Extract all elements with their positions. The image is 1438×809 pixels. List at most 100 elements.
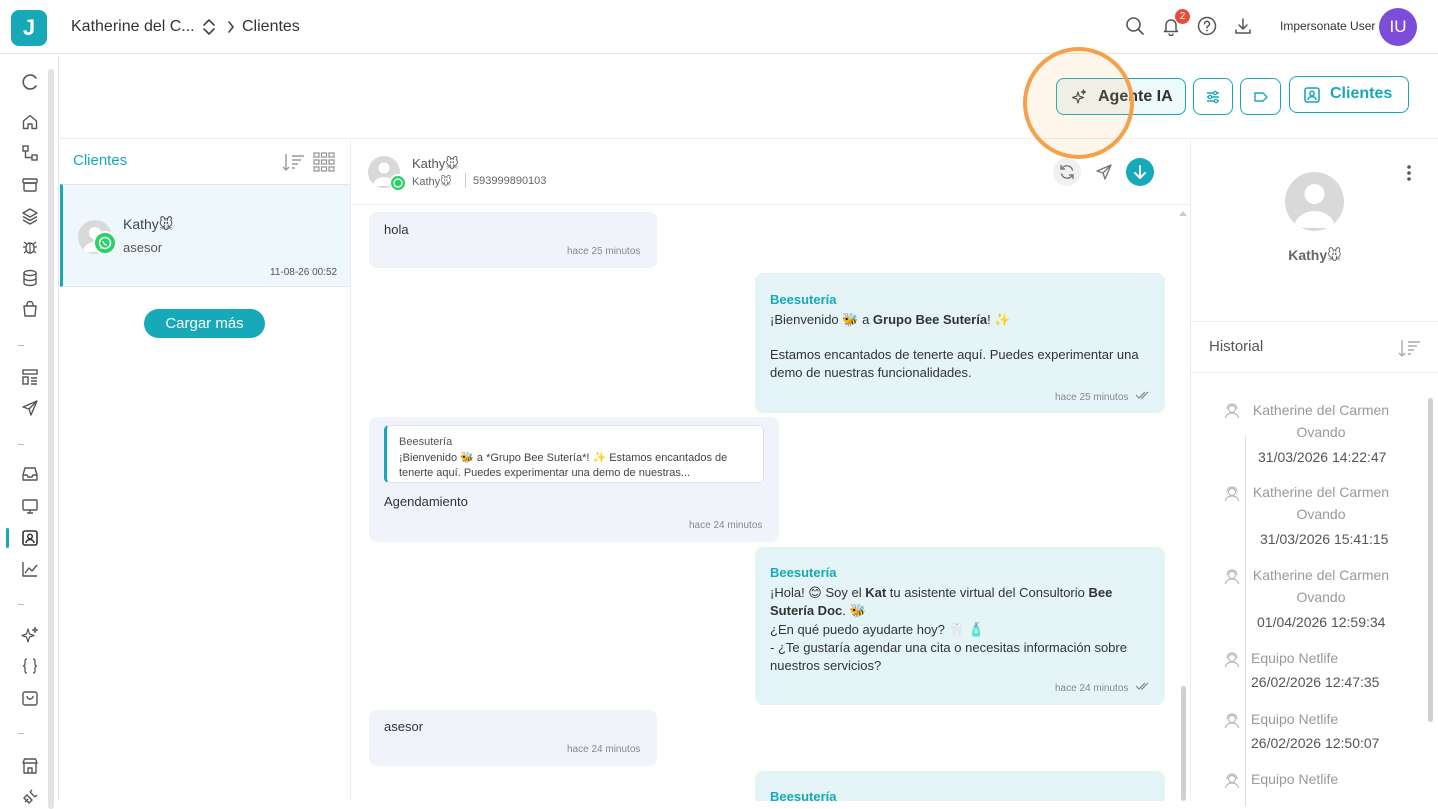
message-outgoing: Beesutería ¡Bienvenido 🐝 a Grupo Bee Sut…: [755, 273, 1165, 413]
sidebar-scrollbar[interactable]: [48, 69, 54, 809]
contact-name: Kathy🐭: [412, 156, 459, 171]
sidebar-divider: [18, 345, 24, 346]
download-icon[interactable]: [1233, 16, 1253, 36]
list-item[interactable]: Kathy🐭 asesor 11-08-26 00:52: [60, 184, 350, 287]
shopping-bag-icon[interactable]: [21, 300, 39, 318]
quote-text: ¡Bienvenido 🐝 a *Grupo Bee Sutería*! ✨ E…: [399, 452, 728, 479]
message-incoming: asesor hace 24 minutos: [369, 710, 657, 766]
message-incoming: Beesutería ¡Bienvenido 🐝 a *Grupo Bee Su…: [369, 417, 779, 542]
agent-icon: [1223, 772, 1241, 790]
message-time: hace 24 minutos: [567, 744, 641, 755]
sparkles-icon[interactable]: [21, 626, 39, 644]
bug-icon[interactable]: [21, 238, 39, 256]
loading-icon[interactable]: [21, 73, 39, 91]
store-bag-icon[interactable]: [21, 689, 39, 707]
message-time: hace 24 minutos: [689, 520, 763, 531]
clientes-label: Clientes: [1330, 85, 1393, 102]
send-button[interactable]: [1090, 158, 1118, 186]
user-avatar[interactable]: IU: [1379, 8, 1417, 46]
history-date: 31/03/2026 15:41:15: [1260, 531, 1389, 547]
message-outgoing: Beesutería ¡Hola! 😊 Soy el Kat tu asiste…: [755, 547, 1165, 705]
message-sender: Beesutería: [770, 292, 837, 307]
sidebar: [0, 55, 59, 809]
history-date: 26/02/2026 12:50:07: [1251, 735, 1380, 751]
layers-icon[interactable]: [21, 207, 39, 225]
message-text: Agendamiento: [384, 494, 468, 509]
chevron-right-icon: [226, 19, 236, 35]
notification-badge: 2: [1175, 9, 1190, 24]
message-list[interactable]: hola hace 25 minutos Beesutería ¡Bienven…: [351, 206, 1190, 801]
message-text: ¿En qué puedo ayudarte hoy? 🦷 🧴: [770, 622, 985, 637]
message-incoming: hola hace 25 minutos: [369, 212, 657, 268]
contacts-icon[interactable]: [21, 529, 39, 547]
list-title: Clientes: [73, 152, 128, 169]
flow-icon[interactable]: [21, 144, 39, 162]
filter-settings-button[interactable]: [1193, 78, 1233, 115]
agent-icon: [1223, 651, 1241, 669]
agent-icon: [1223, 402, 1241, 420]
message-time: hace 25 minutos: [1055, 392, 1129, 403]
user-name[interactable]: Impersonate User: [1280, 19, 1375, 33]
send-icon: [1096, 164, 1112, 180]
chart-line-icon[interactable]: [21, 560, 39, 578]
app-logo[interactable]: J: [11, 10, 47, 46]
profile-panel: Kathy🐭 Historial Katherine del Carmen Ov…: [1190, 140, 1438, 806]
history-agent: Equipo Netlife: [1251, 771, 1339, 787]
sort-icon[interactable]: [1397, 338, 1421, 358]
history-scrollbar[interactable]: [1428, 398, 1433, 722]
divider: [1191, 372, 1438, 373]
agent-icon: [1223, 485, 1241, 503]
action-bar: Agente IA Clientes: [60, 55, 1438, 139]
history-title: Historial: [1209, 338, 1264, 355]
sort-icon[interactable]: [281, 152, 305, 172]
tag-button[interactable]: [1240, 78, 1281, 115]
chat-panel: Kathy🐭 Kathy🐭 593999890103 hola hace 25 …: [351, 140, 1190, 801]
clientes-button[interactable]: Clientes: [1289, 76, 1409, 113]
send-icon[interactable]: [21, 399, 39, 417]
home-icon[interactable]: [21, 113, 39, 131]
history-date: 01/04/2026 12:59:34: [1257, 614, 1386, 630]
history-agent: Equipo Netlife: [1251, 711, 1339, 727]
monitor-icon[interactable]: [21, 497, 39, 515]
help-icon[interactable]: [1197, 16, 1217, 36]
org-name[interactable]: Katherine del C...: [71, 18, 195, 36]
inbox-icon[interactable]: [21, 465, 39, 483]
message-time: hace 24 minutos: [1055, 683, 1129, 694]
scroll-down-button[interactable]: [1126, 158, 1154, 186]
tag-icon: [1253, 90, 1269, 104]
contact-alias: Kathy🐭: [412, 176, 452, 188]
more-vertical-icon[interactable]: [1406, 164, 1412, 182]
code-braces-icon[interactable]: [21, 657, 39, 675]
breadcrumb-current: Clientes: [242, 18, 300, 35]
history-date: 26/02/2026 12:47:35: [1251, 674, 1380, 690]
history-agent: Katherine del Carmen Ovando: [1252, 484, 1390, 522]
template-icon[interactable]: [21, 368, 39, 386]
message-text: ¡Hola! 😊 Soy el Kat tu asistente virtual…: [770, 585, 1113, 618]
chevron-updown-icon[interactable]: [200, 17, 218, 37]
grid-view-icon[interactable]: [313, 152, 335, 172]
chat-scrollbar-thumb[interactable]: [1181, 686, 1186, 801]
message-text: Estamos encantados de tenerte aquí. Pued…: [770, 347, 1139, 380]
whatsapp-icon: [93, 231, 117, 255]
plug-icon[interactable]: [21, 788, 39, 806]
search-icon[interactable]: [1125, 16, 1145, 36]
message-time: hace 25 minutos: [567, 246, 641, 257]
profile-name: Kathy🐭: [1288, 247, 1342, 263]
contacts-icon: [1303, 86, 1321, 104]
shop-icon[interactable]: [21, 757, 39, 775]
quoted-message[interactable]: Beesutería ¡Bienvenido 🐝 a *Grupo Bee Su…: [384, 425, 764, 483]
database-icon[interactable]: [21, 269, 39, 287]
message-text: asesor: [384, 719, 424, 734]
double-check-icon: [1135, 390, 1151, 400]
sidebar-divider: [18, 733, 24, 734]
message-text: ¡Bienvenido 🐝 a Grupo Bee Sutería! ✨: [770, 312, 1011, 327]
history-agent: Equipo Netlife: [1251, 650, 1339, 666]
arrow-down-icon: [1134, 165, 1146, 179]
chat-header: Kathy🐭 Kathy🐭 593999890103: [351, 140, 1190, 205]
archive-icon[interactable]: [21, 176, 39, 194]
sidebar-active-indicator: [6, 528, 9, 548]
load-more-button[interactable]: Cargar más: [144, 309, 265, 338]
refresh-button[interactable]: [1053, 158, 1081, 186]
double-check-icon: [1135, 681, 1151, 691]
message-text: hola: [384, 222, 409, 237]
